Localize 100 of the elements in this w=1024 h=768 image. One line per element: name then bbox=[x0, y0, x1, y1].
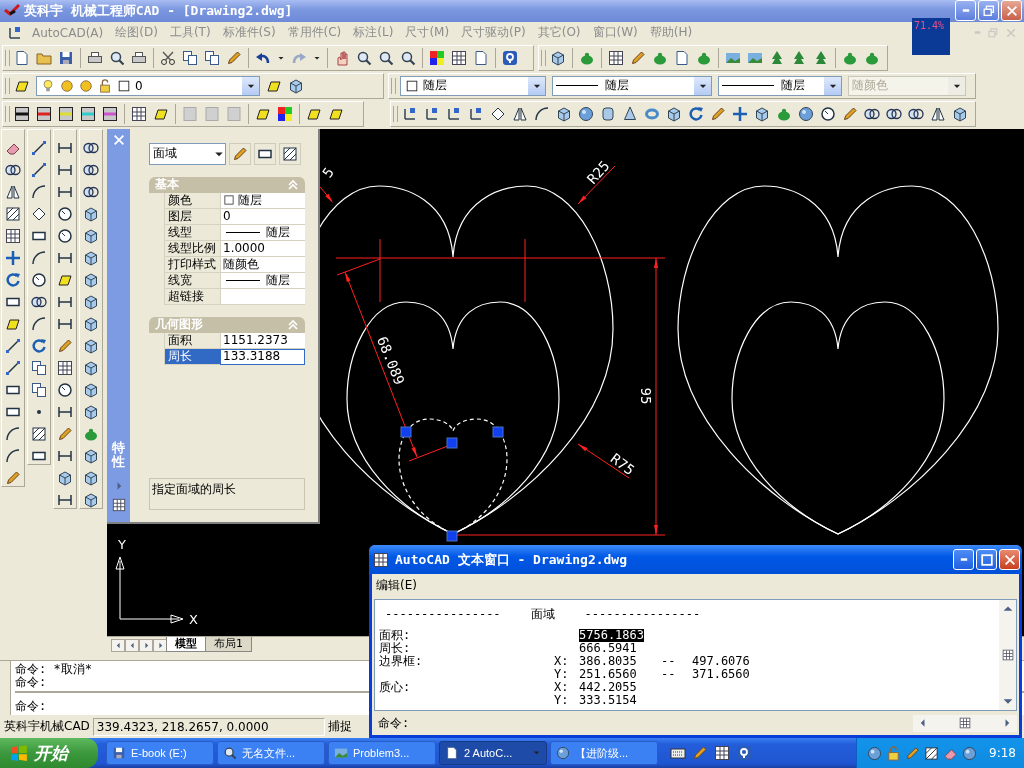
tree-icon[interactable] bbox=[769, 49, 785, 66]
printer-icon[interactable] bbox=[131, 49, 147, 66]
taskbar-button[interactable]: Problem3... bbox=[328, 741, 436, 766]
grip-handle[interactable] bbox=[446, 437, 458, 448]
document-icon[interactable] bbox=[674, 49, 690, 66]
pencil-icon[interactable] bbox=[630, 49, 646, 66]
cylinder-icon[interactable] bbox=[600, 105, 616, 122]
sphere-icon[interactable] bbox=[867, 745, 883, 761]
layer-dropdown[interactable]: 0 bbox=[36, 75, 260, 96]
zoom-icon[interactable] bbox=[400, 49, 416, 66]
restore-button[interactable] bbox=[978, 0, 999, 22]
layout-tab[interactable]: 布局1 bbox=[205, 636, 252, 652]
line-icon[interactable] bbox=[5, 359, 21, 376]
ucs-icon[interactable] bbox=[468, 105, 484, 122]
line-icon[interactable] bbox=[31, 161, 47, 178]
command-prompt[interactable]: 命令: bbox=[378, 714, 913, 732]
cube-icon[interactable] bbox=[83, 447, 99, 464]
lineweight-icon[interactable] bbox=[36, 105, 52, 122]
arc-icon[interactable] bbox=[31, 183, 47, 200]
cube-icon[interactable] bbox=[83, 227, 99, 244]
cube-icon[interactable] bbox=[83, 337, 99, 354]
grid-icon[interactable] bbox=[959, 717, 971, 729]
cube-icon[interactable] bbox=[556, 105, 572, 122]
arc-icon[interactable] bbox=[534, 105, 550, 122]
pencil-icon[interactable] bbox=[226, 49, 242, 66]
cube-icon[interactable] bbox=[754, 105, 770, 122]
mirror-icon[interactable] bbox=[930, 105, 946, 122]
diamond-icon[interactable] bbox=[490, 105, 506, 122]
color-grid-icon[interactable] bbox=[429, 49, 445, 66]
hatch-icon[interactable] bbox=[31, 425, 47, 442]
cube-icon[interactable] bbox=[666, 105, 682, 122]
circle-icon[interactable] bbox=[820, 105, 836, 122]
mirror-icon[interactable] bbox=[5, 183, 21, 200]
lineweight-icon[interactable] bbox=[58, 105, 74, 122]
copy-icon[interactable] bbox=[31, 359, 47, 376]
scrollbar[interactable] bbox=[999, 600, 1016, 710]
scrollbar[interactable] bbox=[913, 714, 1017, 732]
rotate-icon[interactable] bbox=[688, 105, 704, 122]
cube-icon[interactable] bbox=[952, 105, 968, 122]
close-icon[interactable] bbox=[111, 132, 126, 147]
document-icon[interactable] bbox=[473, 49, 489, 66]
cube-icon[interactable] bbox=[83, 293, 99, 310]
color-grid-icon[interactable] bbox=[277, 105, 293, 122]
cube-icon[interactable] bbox=[83, 403, 99, 420]
cube-icon[interactable] bbox=[83, 315, 99, 332]
cube-icon[interactable] bbox=[83, 491, 99, 508]
hatch-icon[interactable] bbox=[5, 205, 21, 222]
minimize-button[interactable] bbox=[955, 0, 976, 22]
lineweight-icon[interactable] bbox=[80, 105, 96, 122]
cone-icon[interactable] bbox=[622, 105, 638, 122]
zoom-icon[interactable] bbox=[356, 49, 372, 66]
lineweight-icon[interactable] bbox=[14, 105, 30, 122]
ucs-icon[interactable] bbox=[7, 24, 23, 41]
ucs-icon[interactable] bbox=[424, 105, 440, 122]
grid-icon[interactable] bbox=[714, 745, 730, 762]
copy-icon[interactable] bbox=[31, 381, 47, 398]
cube-icon[interactable] bbox=[550, 49, 566, 66]
tree-icon[interactable] bbox=[791, 49, 807, 66]
circle-icon[interactable] bbox=[57, 227, 73, 244]
rotate-icon[interactable] bbox=[5, 271, 21, 288]
mirror-icon[interactable] bbox=[512, 105, 528, 122]
grid-icon[interactable] bbox=[1001, 649, 1014, 661]
status-button[interactable]: 捕捉 bbox=[327, 718, 352, 736]
sphere-icon[interactable] bbox=[962, 745, 978, 761]
circle-icon[interactable] bbox=[57, 381, 73, 398]
color-dropdown[interactable]: 随层 bbox=[400, 75, 546, 96]
circle-icon[interactable] bbox=[57, 205, 73, 222]
pencil-icon[interactable] bbox=[57, 337, 73, 354]
taskbar-button[interactable]: 2 AutoC... bbox=[439, 741, 547, 766]
cube-icon[interactable] bbox=[83, 381, 99, 398]
grip-handle[interactable] bbox=[492, 426, 504, 437]
taskbar-button[interactable]: 【进阶级... bbox=[550, 741, 658, 766]
pencil-icon[interactable] bbox=[842, 105, 858, 122]
close-button[interactable] bbox=[1001, 0, 1022, 22]
arc-icon[interactable] bbox=[5, 425, 21, 442]
sphere-icon[interactable] bbox=[578, 105, 594, 122]
grid-icon[interactable] bbox=[451, 49, 467, 66]
hand-icon[interactable] bbox=[334, 49, 350, 66]
hatch-icon[interactable] bbox=[924, 745, 940, 761]
sphere-icon[interactable] bbox=[798, 105, 814, 122]
line-icon[interactable] bbox=[31, 139, 47, 156]
close-button[interactable] bbox=[999, 549, 1020, 570]
cube-icon[interactable] bbox=[83, 205, 99, 222]
zoom-icon[interactable] bbox=[378, 49, 394, 66]
cube-icon[interactable] bbox=[57, 469, 73, 486]
keyboard-icon[interactable] bbox=[670, 745, 686, 762]
cube-icon[interactable] bbox=[83, 249, 99, 266]
lineweight-dropdown[interactable]: 随层 bbox=[718, 75, 842, 96]
linetype-dropdown[interactable]: 随层 bbox=[552, 75, 712, 96]
menu-item[interactable]: 编辑(E) bbox=[376, 576, 417, 594]
move-icon[interactable] bbox=[732, 105, 748, 122]
maximize-button[interactable] bbox=[976, 549, 997, 570]
copy-icon[interactable] bbox=[182, 49, 198, 66]
cube-icon[interactable] bbox=[83, 359, 99, 376]
hatch-icon[interactable] bbox=[282, 145, 298, 162]
minimize-button[interactable] bbox=[953, 549, 974, 570]
diamond-icon[interactable] bbox=[31, 205, 47, 222]
document-icon[interactable] bbox=[14, 49, 30, 66]
grid-icon[interactable] bbox=[57, 359, 73, 376]
ucs-icon[interactable] bbox=[402, 105, 418, 122]
